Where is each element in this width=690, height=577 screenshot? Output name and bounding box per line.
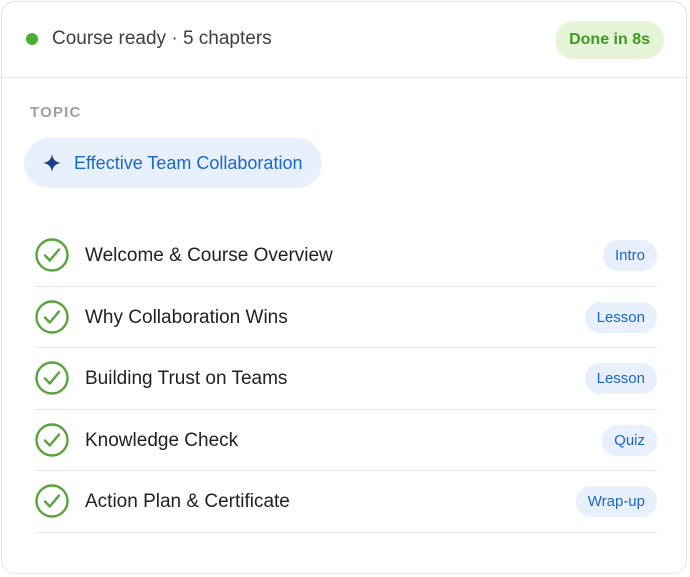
chapter-row[interactable]: Action Plan & Certificate Wrap-up [35, 471, 657, 533]
check-circle-icon [35, 422, 69, 457]
chapter-title: Knowledge Check [85, 429, 239, 451]
check-circle-icon [35, 361, 69, 395]
chapter-tag: Intro [602, 240, 657, 271]
topic-chip[interactable]: Effective Team Collaboration [24, 138, 323, 188]
check-circle-icon [35, 484, 69, 518]
chapter-title: Why Collaboration Wins [85, 306, 288, 328]
chapter-tag: Quiz [602, 424, 657, 456]
chapter-tag: Lesson [584, 363, 657, 394]
chapter-tag: Lesson [584, 301, 657, 333]
status-text: Course ready · 5 chapters [52, 28, 272, 49]
done-badge: Done in 8s [555, 21, 664, 59]
check-circle-icon [35, 238, 69, 272]
chapter-list: Welcome & Course Overview Intro Why Coll… [35, 225, 657, 533]
status-dot-icon [26, 33, 38, 45]
chapter-title: Action Plan & Certificate [85, 491, 290, 512]
chapter-row[interactable]: Why Collaboration Wins Lesson [35, 287, 657, 348]
check-circle-icon [35, 299, 69, 334]
chapter-row[interactable]: Welcome & Course Overview Intro [35, 225, 657, 287]
chapter-title: Welcome & Course Overview [85, 245, 333, 266]
topic-title: Effective Team Collaboration [74, 152, 303, 173]
chapter-row[interactable]: Knowledge Check Quiz [35, 410, 657, 471]
sparkle-icon [43, 154, 61, 172]
chapter-row[interactable]: Building Trust on Teams Lesson [35, 348, 657, 410]
course-card: Course ready · 5 chapters Done in 8s TOP… [1, 1, 687, 574]
chapter-title: Building Trust on Teams [85, 368, 288, 389]
topic-label: TOPIC [30, 104, 82, 121]
chapter-tag: Wrap-up [575, 486, 657, 517]
card-header: Course ready · 5 chapters Done in 8s [2, 2, 686, 78]
